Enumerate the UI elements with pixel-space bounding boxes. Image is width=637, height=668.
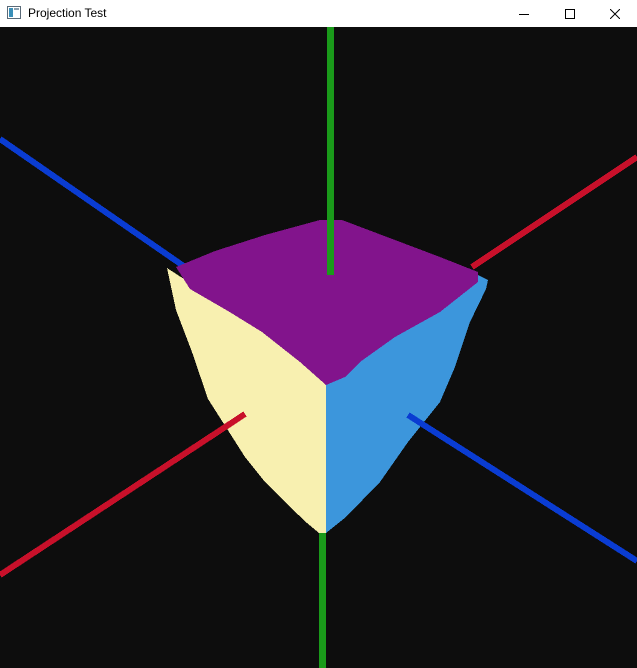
- minimize-button[interactable]: [501, 0, 547, 27]
- green-axis-lower: [319, 533, 326, 668]
- maximize-button[interactable]: [547, 0, 593, 27]
- blue-axis-lower: [406, 412, 637, 564]
- title-bar[interactable]: Projection Test: [0, 0, 637, 27]
- window-app-icon: [7, 6, 21, 19]
- app-window: Projection Test: [0, 0, 637, 668]
- close-icon: [610, 8, 620, 19]
- minimize-icon: [519, 13, 529, 15]
- red-axis-upper: [470, 154, 637, 270]
- maximize-icon: [565, 8, 575, 19]
- render-canvas[interactable]: [0, 27, 637, 668]
- green-axis-upper: [327, 27, 334, 275]
- window-title: Projection Test: [28, 6, 107, 20]
- blue-axis-upper: [0, 136, 187, 270]
- red-axis-lower: [0, 411, 247, 578]
- close-button[interactable]: [592, 0, 637, 27]
